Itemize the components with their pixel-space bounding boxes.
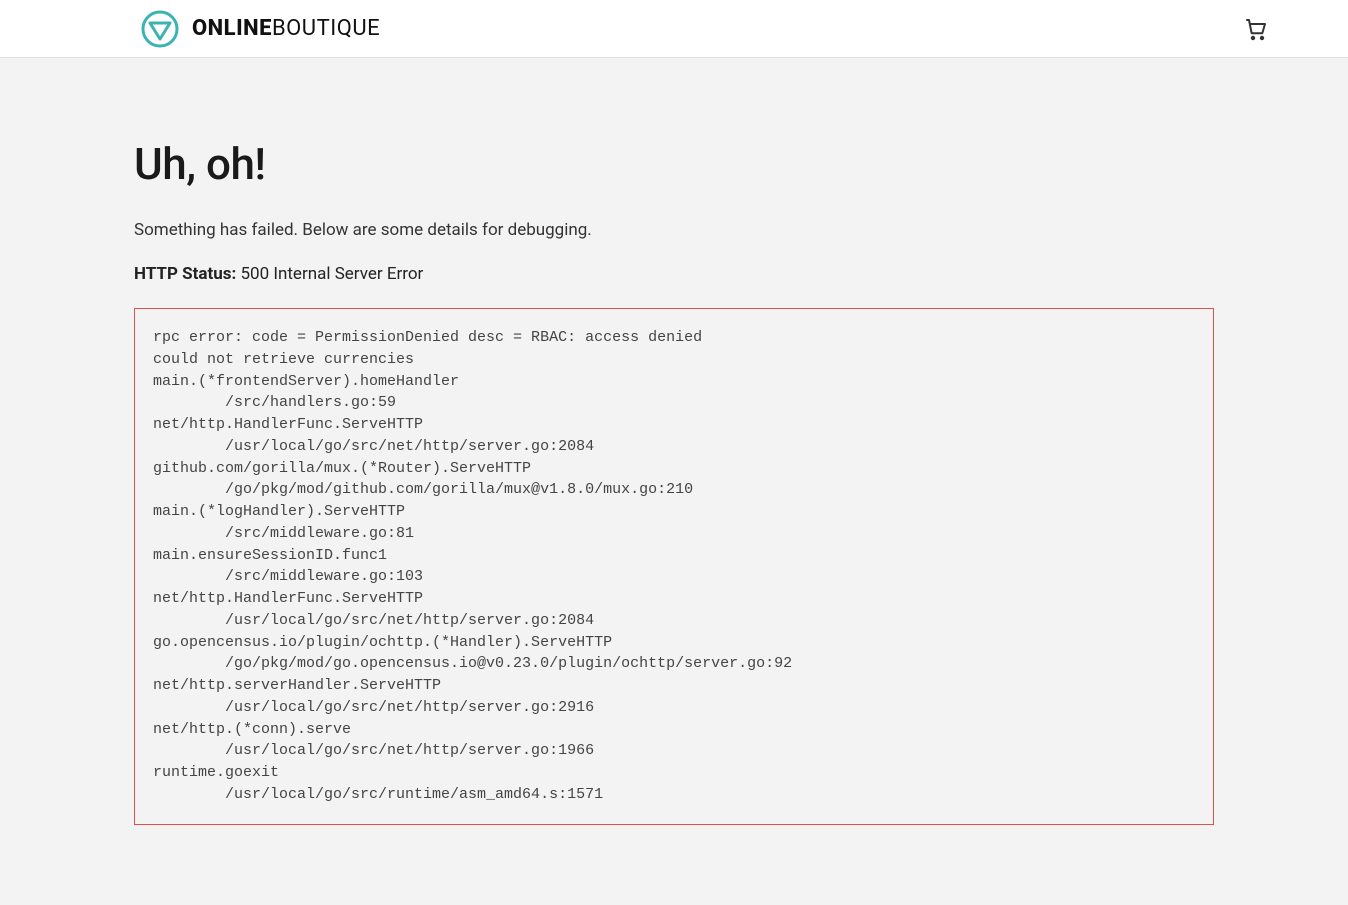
cart-icon[interactable] — [1244, 17, 1268, 41]
error-stack-trace: rpc error: code = PermissionDenied desc … — [134, 308, 1214, 825]
main-content: Uh, oh! Something has failed. Below are … — [0, 58, 1348, 905]
brand-logo-icon — [140, 9, 180, 49]
header-bar: ONLINEBOUTIQUE — [0, 0, 1348, 58]
brand-name-bold: ONLINE — [192, 16, 272, 41]
brand-name-light: BOUTIQUE — [272, 16, 380, 41]
http-status-label: HTTP Status: — [134, 264, 236, 284]
error-subtitle: Something has failed. Below are some det… — [134, 220, 1214, 240]
brand-link[interactable]: ONLINEBOUTIQUE — [140, 9, 380, 49]
http-status-value: 500 Internal Server Error — [240, 264, 423, 284]
http-status-line: HTTP Status: 500 Internal Server Error — [134, 264, 1214, 284]
error-title: Uh, oh! — [134, 138, 1214, 190]
error-container: Uh, oh! Something has failed. Below are … — [134, 138, 1214, 825]
brand-name: ONLINEBOUTIQUE — [192, 16, 380, 41]
